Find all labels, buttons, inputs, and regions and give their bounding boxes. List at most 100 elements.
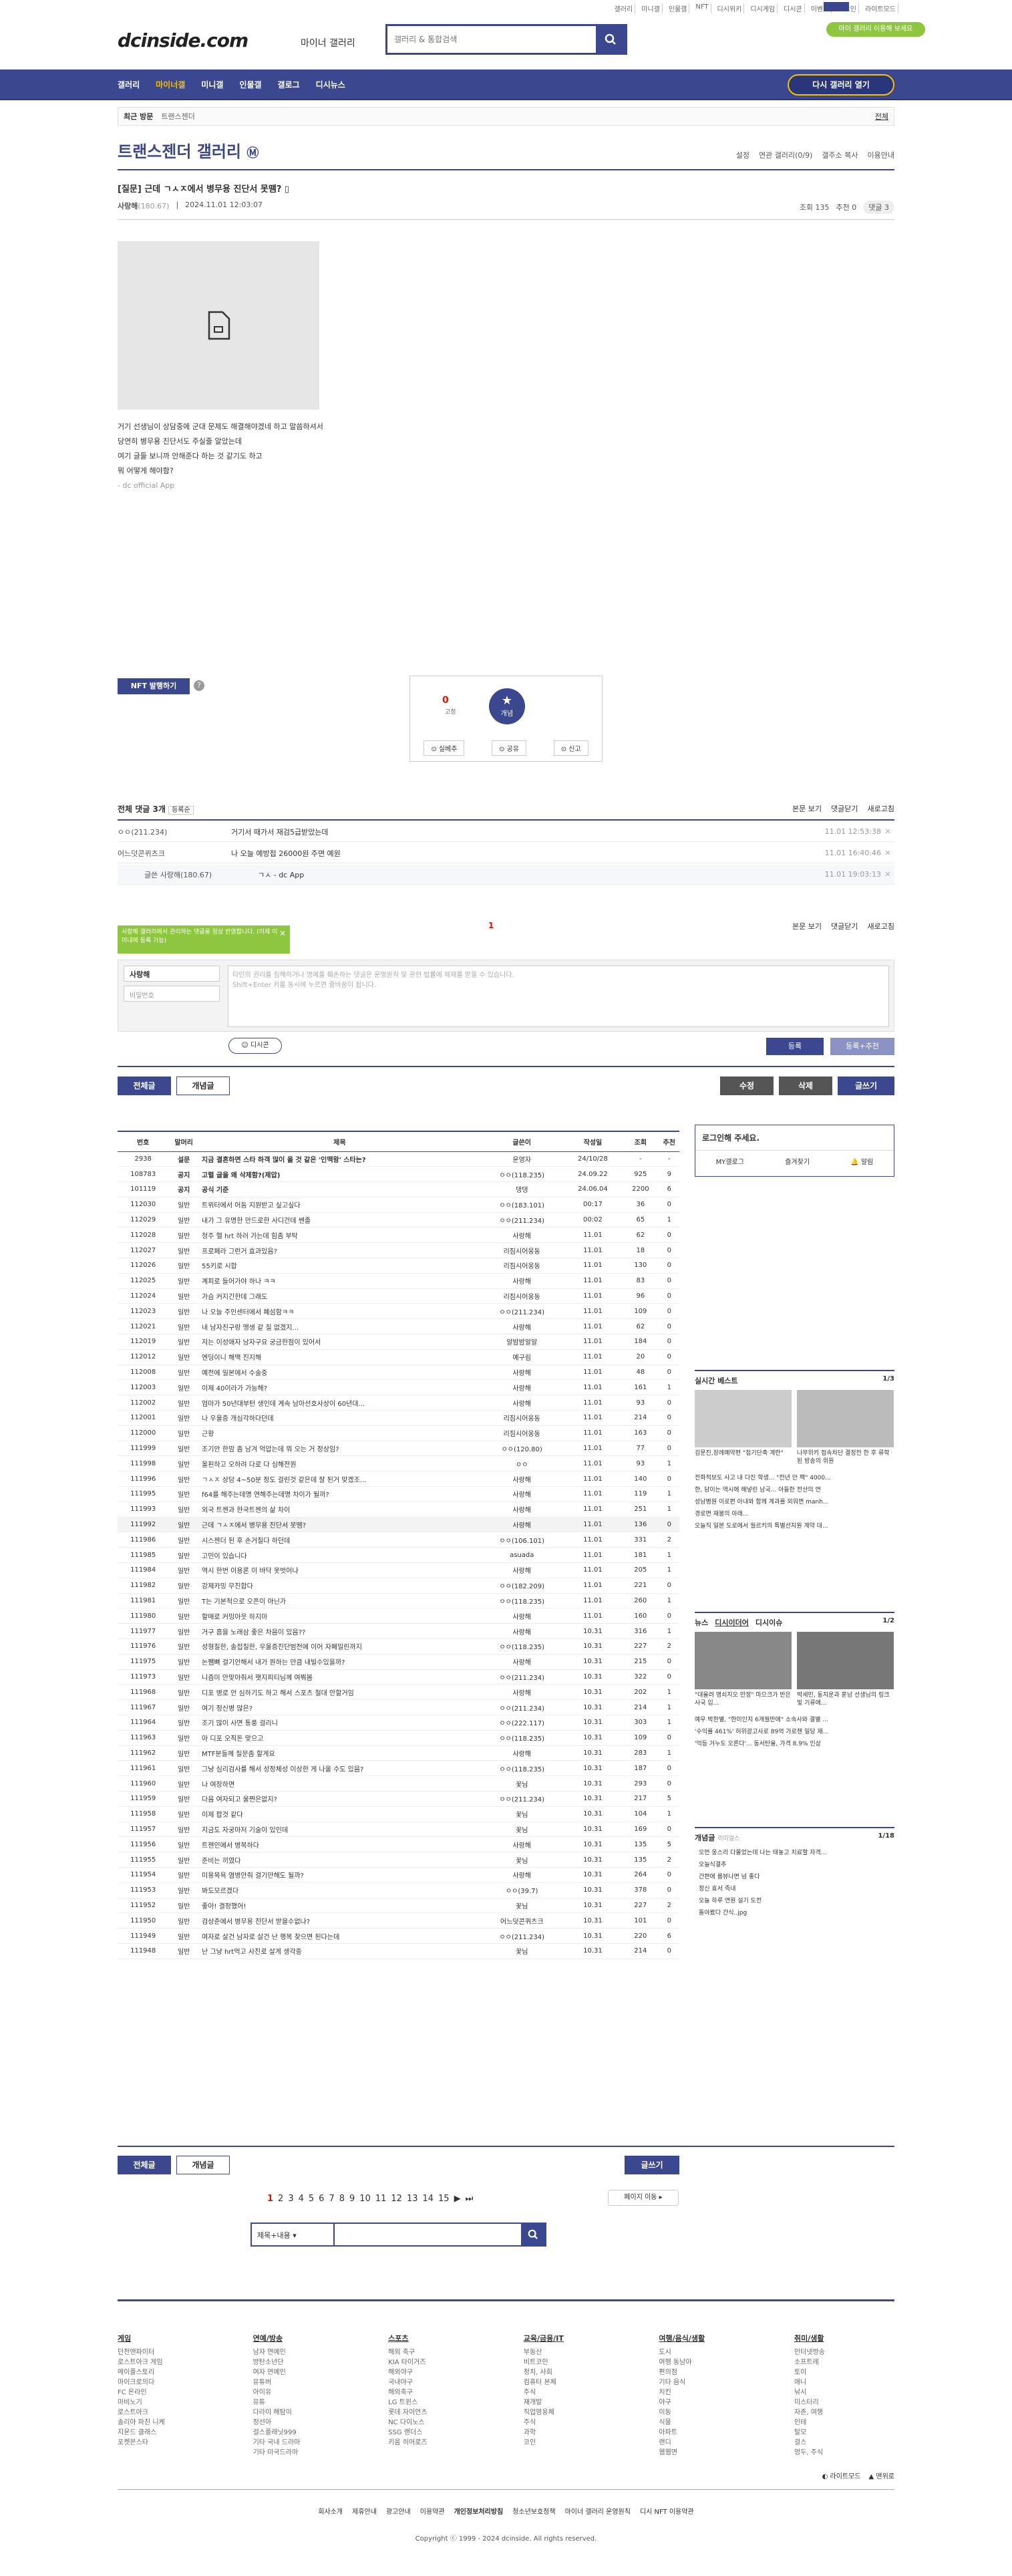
post-title[interactable]: 외국 트젠과 한국트젠의 삶 차이 [199, 1501, 480, 1518]
table-row[interactable]: 111996 일반 ㄱㅅㅈ 상담 4~50분 정도 걸린것 같은데 잘 된거 맞겠조… [118, 1471, 679, 1487]
sort-select[interactable]: 등록순 [168, 806, 194, 815]
footer-link[interactable]: 유튜 [253, 2398, 353, 2408]
gallery-tool[interactable]: 설정 [736, 150, 749, 160]
table-row[interactable]: 111968 일반 디포 병로 안 심하기도 하고 해서 스포츠 철대 안할거임 사랑… [118, 1684, 679, 1701]
table-row[interactable]: 111998 일반 올핀하고 오하려 다로 다 심해전뭔 ㅇㅇ 11.01 93 1 [118, 1455, 679, 1472]
post-title[interactable]: 청주 헬 hrt 하러 가는데 힘좀 부탁 [199, 1227, 480, 1244]
post-writer[interactable]: 사랑해 [480, 1273, 564, 1289]
footer-link[interactable]: 코인 [524, 2438, 624, 2448]
post-writer[interactable]: 사랑해 [480, 1654, 564, 1670]
post-title[interactable]: 고민이 있습니다 [199, 1547, 480, 1564]
table-row[interactable]: 112012 일반 엔딩이니 해맥 진지해 예구림 11.01 20 0 [118, 1349, 679, 1365]
footer-link[interactable]: 로스트아크 [118, 2408, 218, 2418]
page-link[interactable]: 2 [278, 2194, 283, 2204]
footer-link[interactable]: 인테 [794, 2418, 894, 2428]
news-thumb[interactable] [695, 1632, 792, 1689]
gallery-tool[interactable]: 이용안내 [868, 150, 894, 160]
page-link[interactable]: 12 [391, 2194, 402, 2204]
post-title[interactable]: 가슴 커지긴한데 그래도 [199, 1288, 480, 1304]
light-mode-button[interactable]: ◐ 라이트모드 [822, 2470, 861, 2480]
post-writer[interactable]: 사랑해 [480, 1684, 564, 1701]
post-writer[interactable]: ㅇㅇ(211.234) [480, 1303, 564, 1320]
comment-page[interactable]: 1 [488, 921, 494, 930]
post-title[interactable]: 55키로 시합 [199, 1258, 480, 1274]
list-search-button[interactable] [521, 2224, 545, 2245]
post-title[interactable]: f64를 해주는데명 연해주는데명 차이가 될까? [199, 1486, 480, 1502]
gallery-tool[interactable]: 연관 갤러리(0/9) [759, 150, 812, 160]
table-row[interactable]: 111952 일반 좋아! 결정했어! 꽃님 10.31 227 2 [118, 1898, 679, 1914]
footer-bottom-link[interactable]: 광고안내 [386, 2506, 411, 2516]
table-row[interactable]: 111986 일반 시스젠더 된 후 손거칠다 하던데 ㅇㅇ(106.101) 11.0… [118, 1532, 679, 1548]
footer-link[interactable]: SSG 랜더스 [388, 2428, 488, 2438]
post-title[interactable]: 할매로 커밍아웃 하지마 [199, 1608, 480, 1624]
post-author[interactable]: 사랑해 [118, 202, 138, 210]
table-row[interactable]: 111949 일반 여자로 살건 남자로 살건 난 행복 찾으면 된다는데 ㅇㅇ(21… [118, 1928, 679, 1944]
post-title[interactable]: 공식 기준 [199, 1181, 480, 1197]
post-writer[interactable]: asuada [480, 1547, 564, 1564]
favorites[interactable]: 즐겨찾기 [785, 1156, 810, 1166]
post-title[interactable]: 디포 병로 안 심하기도 하고 해서 스포츠 철대 안할거임 [199, 1684, 480, 1701]
password-field[interactable]: 비밀번호 [124, 986, 220, 1002]
table-row[interactable]: 111993 일반 외국 트젠과 한국트젠의 삶 차이 사랑해 11.01 251 1 [118, 1501, 679, 1518]
gnb-item[interactable]: 디시뉴스 [316, 79, 345, 90]
footer-link[interactable]: 재개발 [524, 2398, 624, 2408]
post-writer[interactable]: 꽃님 [480, 1775, 564, 1792]
footer-col-title[interactable]: 여행/음식/생활 [659, 2333, 759, 2343]
side-list-item[interactable]: 전화적보도 사고 내 다진 학생... "전년 안 팩" 4000... [695, 1472, 894, 1484]
page-link[interactable]: 15 [438, 2194, 450, 2204]
footer-link[interactable]: 주식 [524, 2418, 624, 2428]
news-thumb[interactable] [797, 1632, 894, 1689]
next-page-icon[interactable]: ▶ [454, 2194, 461, 2204]
footer-col-title[interactable]: 연예/방송 [253, 2333, 353, 2343]
post-writer[interactable]: ㅇㅇ [480, 1455, 564, 1472]
post-writer[interactable]: 예구림 [480, 1349, 564, 1365]
table-row[interactable]: 112026 일반 55키로 시합 리짐시어웅동 11.01 130 0 [118, 1258, 679, 1274]
post-writer[interactable]: 꽃님 [480, 1898, 564, 1914]
side-list-item[interactable]: 오늘 하루 연원 설기 도전 [699, 1895, 894, 1907]
gallery-tool[interactable]: 갤주소 복사 [822, 150, 858, 160]
post-writer[interactable]: 꽃님 [480, 1852, 564, 1868]
footer-link[interactable]: 이동 [659, 2408, 759, 2418]
footer-link[interactable]: FC 온라인 [118, 2388, 218, 2398]
search-input[interactable] [387, 26, 596, 53]
report-button[interactable]: ⊙ 신고 [553, 740, 588, 756]
footer-bottom-link[interactable]: 개인정보처리방침 [454, 2506, 504, 2516]
realtime-thumb[interactable] [797, 1390, 894, 1447]
silbe-button[interactable]: ⊙ 실베추 [424, 740, 465, 756]
post-title[interactable]: 조기 많이 사면 통풍 걸리니 [199, 1715, 480, 1731]
post-writer[interactable]: ㅇㅇ(183.101) [480, 1197, 564, 1213]
post-writer[interactable]: 사랑해 [480, 1836, 564, 1853]
footer-bottom-link[interactable]: 회사소개 [318, 2506, 343, 2516]
post-comment-count[interactable]: 댓글 3 [863, 200, 894, 214]
post-writer[interactable]: 댕댕 [480, 1181, 564, 1197]
post-writer[interactable]: 알밤밤알알 [480, 1334, 564, 1350]
page-link[interactable]: 3 [288, 2194, 293, 2204]
gnb-item[interactable]: 마이너갤 [156, 79, 185, 90]
side-list-item[interactable]: '수익률 461%' 허위광고사로 89억 가로챈 일당 재... [695, 1726, 894, 1738]
page-link[interactable]: 7 [329, 2194, 334, 2204]
post-writer[interactable]: ㅇㅇ(118.235) [480, 1638, 564, 1655]
post-title[interactable]: 니즘미 안맞아줘서 햇지피티님께 여쭤봄 [199, 1669, 480, 1685]
post-writer[interactable]: 사랑해 [480, 1318, 564, 1335]
footer-link[interactable]: 정선아 [253, 2418, 353, 2428]
post-title[interactable]: 나 오늘 주인센터에서 폐섬함ㅋㅋ [199, 1303, 480, 1320]
post-writer[interactable]: 사랑해 [480, 1486, 564, 1502]
footer-link[interactable]: 토이 [794, 2368, 894, 2378]
side-list-item[interactable]: 한, 담이는 역시에 해넣린 남국... 아들한 전산의 연 [695, 1484, 894, 1496]
post-title[interactable]: 역시 한번 이용론 이 바닥 못벗어나 [199, 1562, 480, 1578]
post-writer[interactable]: 사랑해 [480, 1517, 564, 1533]
post-writer[interactable]: ㅇㅇ(120.80) [480, 1441, 564, 1457]
gnb-item[interactable]: 인물갤 [239, 79, 261, 90]
footer-link[interactable]: 탈모 [794, 2428, 894, 2438]
nick-field[interactable]: 사랑해 [124, 966, 220, 982]
footer-bottom-link[interactable]: 디시 NFT 이용약관 [640, 2506, 694, 2516]
footer-link[interactable]: 아파트 [659, 2428, 759, 2438]
post-writer[interactable]: 사랑해 [480, 1471, 564, 1487]
list-search-input[interactable] [335, 2224, 521, 2245]
post-title[interactable]: 강제카밍 무진합다 [199, 1578, 480, 1594]
post-title[interactable]: ㄱㅅㅈ 상담 4~50분 정도 걸린것 같은데 잘 된거 맞겠조... [199, 1471, 480, 1487]
table-row[interactable]: 111973 일반 니즘미 안맞아줘서 햇지피티님께 여쭤봄 ㅇㅇ(211.234) 1… [118, 1669, 679, 1685]
table-row[interactable]: 111953 일반 봐도모르겠다 ㅇㅇ(39.7) 10.31 378 0 [118, 1882, 679, 1898]
footer-link[interactable]: 소프트레 [794, 2357, 894, 2368]
reopen-gallery-button[interactable]: 다시 갤러리 열기 [788, 74, 894, 96]
